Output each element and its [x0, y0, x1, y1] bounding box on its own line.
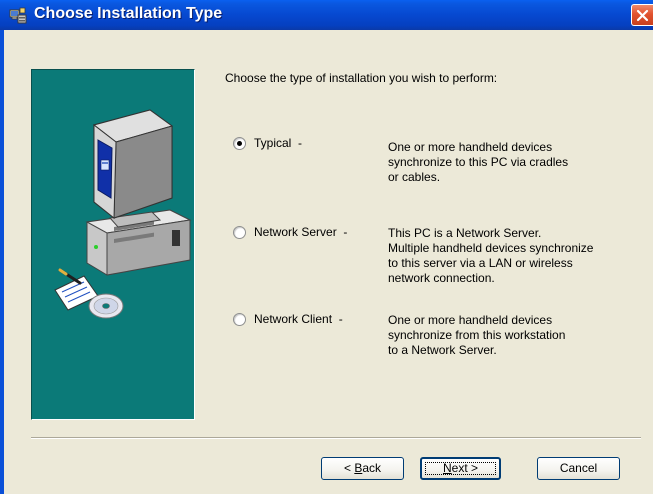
- back-button[interactable]: < Back: [321, 457, 404, 480]
- typical-description: One or more handheld devices synchronize…: [388, 140, 569, 184]
- computer-with-cd-icon: [54, 109, 192, 319]
- installer-icon: [9, 7, 27, 24]
- installer-window: Choose Installation Type Choose the type…: [0, 0, 653, 494]
- network-server-label[interactable]: Network Server -: [254, 225, 347, 239]
- title-bar[interactable]: Choose Installation Type: [0, 0, 653, 30]
- radio-selected-dot: [237, 141, 242, 146]
- cancel-button[interactable]: Cancel: [537, 457, 620, 480]
- instruction-heading: Choose the type of installation you wish…: [225, 71, 498, 85]
- button-separator: [31, 437, 641, 439]
- typical-label[interactable]: Typical -: [254, 136, 302, 150]
- network-client-label[interactable]: Network Client -: [254, 312, 343, 326]
- close-button[interactable]: [631, 4, 653, 26]
- next-button[interactable]: Next >: [420, 457, 501, 480]
- network-client-description: One or more handheld devices synchronize…: [388, 313, 566, 357]
- window-title: Choose Installation Type: [34, 5, 223, 22]
- typical-radio[interactable]: [233, 137, 246, 150]
- side-banner: [31, 69, 195, 420]
- close-icon: [636, 9, 649, 22]
- network-client-radio[interactable]: [233, 313, 246, 326]
- network-server-radio[interactable]: [233, 226, 246, 239]
- network-server-description: This PC is a Network Server. Multiple ha…: [388, 226, 594, 285]
- dialog-body: Choose the type of installation you wish…: [4, 30, 653, 494]
